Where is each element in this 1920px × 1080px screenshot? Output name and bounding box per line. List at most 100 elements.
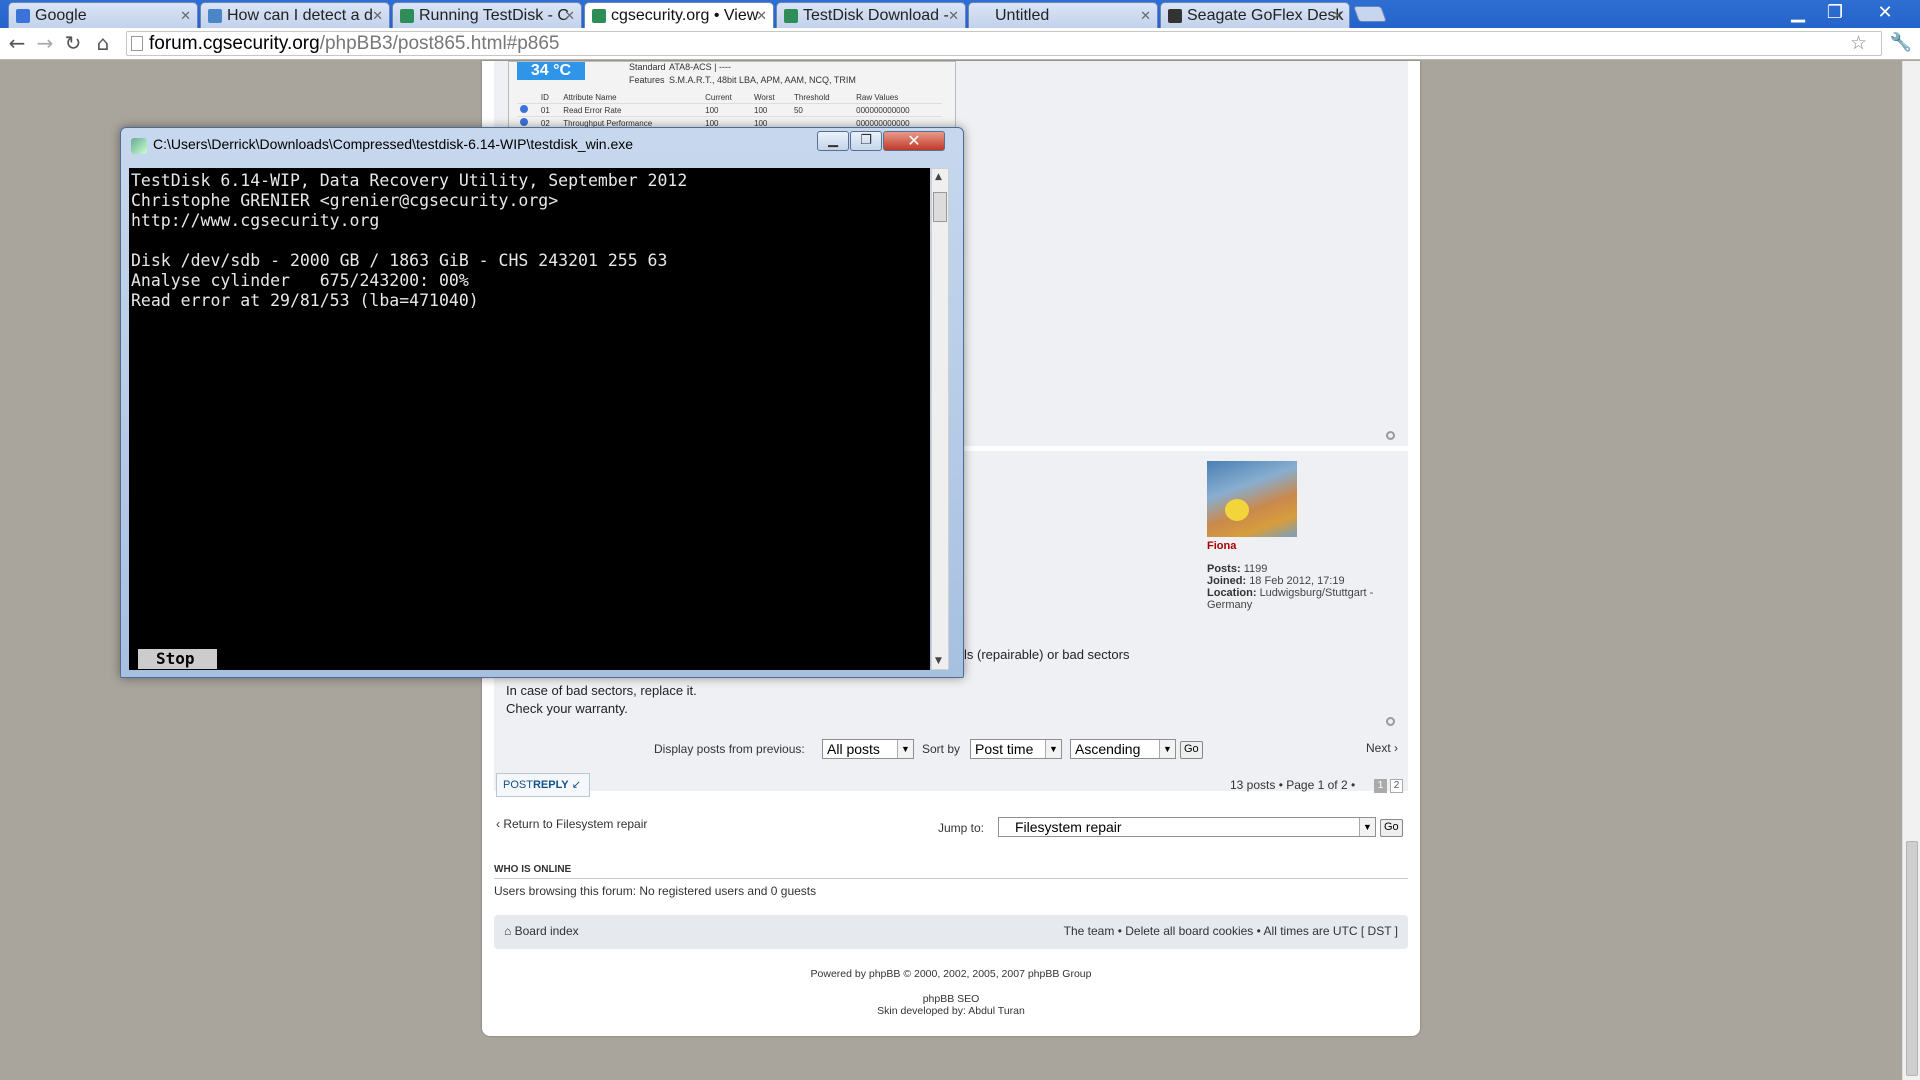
close-icon[interactable]: ✕	[883, 131, 945, 151]
skin-credit: Skin developed by: Abdul Turan	[877, 1005, 1025, 1017]
minimize-icon[interactable]: ▁	[817, 131, 849, 151]
close-tab-icon[interactable]: ✕	[180, 8, 191, 24]
maximize-window-icon[interactable]: ❐	[1820, 2, 1850, 24]
sort-by-label: Sort by	[922, 742, 961, 756]
address-bar[interactable]: forum.cgsecurity.org/phpBB3/post865.html…	[126, 31, 1882, 56]
cell: 50	[790, 103, 854, 117]
home-icon[interactable]: ⌂	[92, 32, 114, 54]
close-window-icon[interactable]: ✕	[1870, 2, 1900, 24]
status-dot-icon	[520, 118, 528, 126]
tab-label: Running TestDisk - C	[419, 7, 569, 24]
who-is-online-heading: WHO IS ONLINE	[494, 864, 1408, 879]
console-line: TestDisk 6.14-WIP, Data Recovery Utility…	[131, 171, 688, 190]
page-1-link[interactable]: 1	[1374, 779, 1387, 793]
post-text-line: Check your warranty.	[506, 701, 628, 716]
tab-running-testdisk[interactable]: Running TestDisk - C ✕	[392, 2, 582, 28]
back-to-top-icon[interactable]	[1386, 431, 1395, 440]
testdisk-console-window[interactable]: C:\Users\Derrick\Downloads\Compressed\te…	[120, 127, 964, 678]
close-tab-icon[interactable]: ✕	[1140, 8, 1151, 24]
close-tab-icon[interactable]: ✕	[372, 8, 383, 24]
column-header: ID	[537, 92, 561, 104]
joined-value: 18 Feb 2012, 17:19	[1249, 575, 1345, 587]
profile-location: Location: Ludwigsburg/Stuttgart - German…	[1207, 587, 1397, 611]
jump-go-button[interactable]: Go	[1380, 819, 1403, 837]
who-is-online-text: Users browsing this forum: No registered…	[494, 884, 817, 898]
column-header: Raw Values	[853, 92, 942, 104]
column-header: Attribute Name	[560, 92, 703, 104]
duckling-icon	[1225, 499, 1249, 521]
powered-by: Powered by phpBB © 2000, 2002, 2005, 200…	[810, 968, 1092, 980]
team-link[interactable]: The team	[1064, 924, 1115, 938]
tab-testdisk-download[interactable]: TestDisk Download - ✕	[776, 2, 966, 28]
tab-untitled[interactable]: Untitled ✕	[968, 2, 1158, 28]
browser-tab-strip: Google ✕ How can I detect a d ✕ Running …	[0, 0, 1920, 28]
forward-icon[interactable]: →	[34, 32, 56, 54]
select-value: Filesystem repair	[1015, 819, 1122, 835]
chevron-down-icon: ▼	[1159, 740, 1175, 758]
sort-order-select[interactable]: Ascending ▼	[1070, 739, 1176, 759]
minimize-window-icon[interactable]: ▁	[1783, 2, 1813, 24]
tab-label: Seagate GoFlex Desk	[1187, 7, 1344, 24]
page-scrollbar[interactable]	[1902, 61, 1920, 1080]
column-header: Current	[702, 92, 751, 104]
cell: 100	[751, 103, 791, 117]
chevron-left-icon: ‹	[496, 817, 500, 831]
page-favicon-icon	[208, 9, 222, 23]
post-author-link[interactable]: Fiona	[1207, 540, 1236, 552]
browser-toolbar: ← → ↻ ⌂ forum.cgsecurity.org/phpBB3/post…	[0, 28, 1920, 60]
column-header: Worst	[751, 92, 791, 104]
home-icon: ⌂	[504, 924, 512, 938]
close-tab-icon[interactable]: ✕	[564, 8, 575, 24]
page-2-link[interactable]: 2	[1390, 779, 1403, 793]
new-tab-button[interactable]	[1353, 6, 1387, 22]
scrollbar-thumb[interactable]	[933, 192, 947, 222]
display-posts-select[interactable]: All posts ▼	[822, 739, 914, 759]
times-text: • All times are UTC [ DST ]	[1256, 924, 1398, 938]
jump-to-select[interactable]: Filesystem repair ▼	[998, 817, 1376, 837]
reload-icon[interactable]: ↻	[62, 32, 84, 54]
wrench-menu-icon[interactable]: 🔧	[1890, 32, 1912, 53]
reply-arrow-icon: ↙	[571, 779, 581, 791]
sort-by-select[interactable]: Post time ▼	[970, 739, 1062, 759]
post-text-line: ls (repairable) or bad sectors	[964, 647, 1130, 662]
scrollbar-thumb[interactable]	[1906, 841, 1918, 1076]
features-value: S.M.A.R.T., 48bit LBA, APM, AAM, NCQ, TR…	[669, 75, 856, 85]
tab-cgsecurity-view[interactable]: cgsecurity.org • View ✕	[584, 2, 774, 28]
maximize-icon[interactable]: ❐	[850, 131, 882, 151]
cgsecurity-favicon-icon	[592, 9, 606, 23]
url-path: /phpBB3/post865.html#p865	[319, 33, 560, 54]
console-scrollbar[interactable]: ▲ ▼	[931, 168, 949, 670]
tab-seagate-goflex[interactable]: Seagate GoFlex Desk ✕	[1160, 2, 1350, 28]
display-posts-label: Display posts from previous:	[654, 742, 805, 756]
close-tab-icon[interactable]: ✕	[756, 8, 767, 24]
cell: 100	[702, 103, 751, 117]
stop-button[interactable]: Stop	[138, 649, 217, 669]
board-index-label: Board index	[514, 924, 579, 938]
tab-google[interactable]: Google ✕	[8, 2, 198, 28]
scroll-up-icon[interactable]: ▲	[935, 172, 942, 182]
console-window-title: C:\Users\Derrick\Downloads\Compressed\te…	[153, 136, 634, 152]
board-index-link[interactable]: ⌂ Board index	[504, 924, 579, 938]
sort-go-button[interactable]: Go	[1180, 741, 1203, 759]
jump-to-label: Jump to:	[938, 821, 985, 835]
select-value: All posts	[827, 741, 880, 757]
next-page-link[interactable]: Next ›	[1366, 741, 1398, 755]
return-to-forum-link[interactable]: ‹ Return to Filesystem repair	[496, 817, 647, 831]
profile-joined: Joined: 18 Feb 2012, 17:19	[1207, 575, 1397, 587]
close-tab-icon[interactable]: ✕	[948, 8, 959, 24]
back-icon[interactable]: ←	[6, 32, 28, 54]
chevron-down-icon: ▼	[897, 740, 913, 758]
chevron-right-icon: ›	[1394, 741, 1399, 755]
tab-how-can-i-detect[interactable]: How can I detect a d ✕	[200, 2, 390, 28]
scroll-down-icon[interactable]: ▼	[935, 656, 942, 666]
cell: 01	[537, 103, 561, 117]
select-value: Ascending	[1075, 741, 1141, 757]
delete-cookies-link[interactable]: Delete all board cookies	[1125, 924, 1253, 938]
back-to-top-icon[interactable]	[1386, 717, 1395, 726]
console-line: Christophe GRENIER <grenier@cgsecurity.o…	[131, 191, 559, 210]
console-output[interactable]: TestDisk 6.14-WIP, Data Recovery Utility…	[129, 168, 930, 670]
close-tab-icon[interactable]: ✕	[1332, 8, 1343, 24]
post-reply-button[interactable]: POSTREPLY ↙	[496, 773, 590, 797]
bookmark-star-icon[interactable]: ☆	[1850, 32, 1867, 55]
smart-attribute-table: ID Attribute Name Current Worst Threshol…	[517, 92, 942, 130]
